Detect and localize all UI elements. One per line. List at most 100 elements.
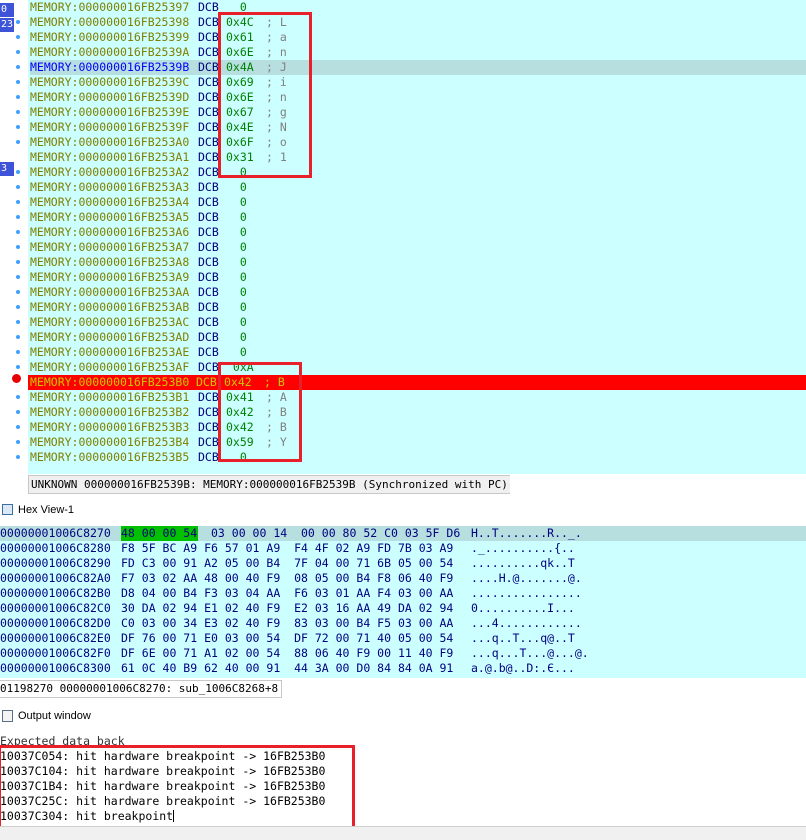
hex-ascii: ................ <box>471 586 582 600</box>
line-marker-icon <box>16 260 20 264</box>
disasm-row[interactable]: MEMORY:000000016FB253AC DCB 0 <box>30 315 806 330</box>
disasm-row[interactable]: MEMORY:000000016FB2539B DCB 0x4A; J <box>30 60 806 75</box>
hex-address: 00000001006C8300 <box>0 661 111 675</box>
disasm-row[interactable]: MEMORY:000000016FB253A4 DCB 0 <box>30 195 806 210</box>
disasm-row[interactable]: MEMORY:000000016FB253AD DCB 0 <box>30 330 806 345</box>
disasm-row[interactable]: MEMORY:000000016FB253AE DCB 0 <box>30 345 806 360</box>
hex-row[interactable]: 00000001006C82C0 30 DA 02 94 E1 02 40 F9 … <box>0 601 806 616</box>
disasm-operand: 0 <box>226 210 247 224</box>
line-marker-icon <box>16 365 20 369</box>
line-marker-icon <box>16 245 20 249</box>
line-marker-icon <box>16 170 20 174</box>
disasm-row[interactable]: MEMORY:000000016FB253A5 DCB 0 <box>30 210 806 225</box>
disasm-operand: 0 <box>226 180 247 194</box>
hex-row[interactable]: 00000001006C82D0 C0 03 00 34 E3 02 40 F9 … <box>0 616 806 631</box>
disasm-row[interactable]: MEMORY:000000016FB25397 DCB 0 <box>30 0 806 15</box>
hex-bytes: 61 0C 40 B9 62 40 00 91 44 3A 00 D0 84 8… <box>121 661 454 675</box>
disasm-operand: 0 <box>226 255 247 269</box>
hex-row[interactable]: 00000001006C8300 61 0C 40 B9 62 40 00 91 … <box>0 661 806 676</box>
hex-row[interactable]: 00000001006C8290 FD C3 00 91 A2 05 00 B4 … <box>0 556 806 571</box>
disasm-row[interactable]: MEMORY:000000016FB253A9 DCB 0 <box>30 270 806 285</box>
disasm-row[interactable]: MEMORY:000000016FB253B4 DCB 0x59; Y <box>30 435 806 450</box>
hex-view-icon <box>2 504 13 515</box>
disasm-row[interactable]: MEMORY:000000016FB253B3 DCB 0x42; B <box>30 420 806 435</box>
disasm-row[interactable]: MEMORY:000000016FB2539D DCB 0x6E; n <box>30 90 806 105</box>
disasm-mnemonic: DCB <box>198 435 219 449</box>
line-marker-icon <box>16 275 20 279</box>
disasm-row[interactable]: MEMORY:000000016FB253A0 DCB 0x6F; o <box>30 135 806 150</box>
disasm-address: MEMORY:000000016FB253A0 <box>30 135 190 149</box>
disasm-row[interactable]: MEMORY:000000016FB253A6 DCB 0 <box>30 225 806 240</box>
line-marker-icon <box>16 200 20 204</box>
disasm-address: MEMORY:000000016FB253B1 <box>30 390 190 404</box>
line-marker-icon <box>16 440 20 444</box>
disasm-row[interactable]: MEMORY:000000016FB25398 DCB 0x4C; L <box>30 15 806 30</box>
disasm-row[interactable]: MEMORY:000000016FB253A2 DCB 0 <box>30 165 806 180</box>
line-marker-icon <box>16 50 20 54</box>
hex-row[interactable]: 00000001006C82E0 DF 76 00 71 E0 03 00 54 … <box>0 631 806 646</box>
hex-bytes: DF 6E 00 71 A1 02 00 54 88 06 40 F9 00 1… <box>121 646 454 660</box>
disasm-row[interactable]: MEMORY:000000016FB253B2 DCB 0x42; B <box>30 405 806 420</box>
hex-view-title-bar[interactable]: Hex View-1 <box>0 500 806 520</box>
output-window-title-bar[interactable]: Output window <box>0 706 806 726</box>
line-marker-icon <box>16 95 20 99</box>
hex-status-bar: 01198270 00000001006C8270: sub_1006C8268… <box>0 680 283 698</box>
disasm-address: MEMORY:000000016FB2539C <box>30 75 190 89</box>
disasm-row[interactable]: MEMORY:000000016FB2539E DCB 0x67; g <box>30 105 806 120</box>
hex-row[interactable]: 00000001006C8280 F8 5F BC A9 F6 57 01 A9 … <box>0 541 806 556</box>
disasm-mnemonic: DCB <box>198 15 219 29</box>
disasm-row[interactable]: MEMORY:000000016FB2539A DCB 0x6E; n <box>30 45 806 60</box>
output-window-icon <box>2 710 13 722</box>
hex-row[interactable]: 00000001006C8270 48 00 00 54 03 00 00 14 … <box>0 526 806 541</box>
disasm-operand: 0 <box>226 240 247 254</box>
disasm-address: MEMORY:000000016FB2539A <box>30 45 190 59</box>
disasm-address: MEMORY:000000016FB253AC <box>30 315 190 329</box>
disasm-address: MEMORY:000000016FB253A4 <box>30 195 190 209</box>
disasm-mnemonic: DCB <box>198 315 219 329</box>
disasm-mnemonic: DCB <box>198 405 219 419</box>
disasm-row[interactable]: MEMORY:000000016FB2539C DCB 0x69; i <box>30 75 806 90</box>
line-marker-icon <box>16 395 20 399</box>
disassembly-gutter[interactable]: 0 23 3 <box>0 0 28 474</box>
hex-ascii: 0..........I... <box>471 601 575 615</box>
disasm-row[interactable]: MEMORY:000000016FB253AB DCB 0 <box>30 300 806 315</box>
annotation-box <box>218 362 302 462</box>
line-marker-icon <box>16 110 20 114</box>
disasm-address: MEMORY:000000016FB253B2 <box>30 405 190 419</box>
hex-ascii: a.@.b@..D:.Є... <box>471 661 575 675</box>
gutter-tag: 0 <box>0 3 14 17</box>
disasm-address: MEMORY:000000016FB25397 <box>30 0 190 14</box>
disasm-row[interactable]: MEMORY:000000016FB253A7 DCB 0 <box>30 240 806 255</box>
disasm-address: MEMORY:000000016FB2539B <box>30 60 190 74</box>
disassembly-view[interactable]: 0 23 3 MEMORY:000000016FB25397 DCB 0 MEMOR… <box>0 0 806 474</box>
disasm-mnemonic: DCB <box>198 225 219 239</box>
hex-bytes: 48 00 00 54 03 00 00 14 00 00 80 52 C0 0… <box>121 526 461 540</box>
disasm-mnemonic: DCB <box>198 105 219 119</box>
disasm-mnemonic: DCB <box>198 120 219 134</box>
disasm-row[interactable]: MEMORY:000000016FB253B0 DCB 0x42; B <box>28 375 806 390</box>
disasm-address: MEMORY:000000016FB253A5 <box>30 210 190 224</box>
disasm-address: MEMORY:000000016FB25398 <box>30 15 190 29</box>
hex-row[interactable]: 00000001006C82A0 F7 03 02 AA 48 00 40 F9 … <box>0 571 806 586</box>
disasm-address: MEMORY:000000016FB253B0 <box>30 375 190 389</box>
disasm-row[interactable]: MEMORY:000000016FB253AA DCB 0 <box>30 285 806 300</box>
hex-bytes: FD C3 00 91 A2 05 00 B4 7F 04 00 71 6B 0… <box>121 556 454 570</box>
disasm-row[interactable]: MEMORY:000000016FB253A1 DCB 0x31; 1 <box>30 150 806 165</box>
disasm-row[interactable]: MEMORY:000000016FB253B5 DCB 0 <box>30 450 806 465</box>
disasm-row[interactable]: MEMORY:000000016FB253B1 DCB 0x41; A <box>30 390 806 405</box>
hex-row[interactable]: 00000001006C82B0 D8 04 00 B4 F3 03 04 AA … <box>0 586 806 601</box>
hex-row[interactable]: 00000001006C82F0 DF 6E 00 71 A1 02 00 54 … <box>0 646 806 661</box>
disasm-address: MEMORY:000000016FB253A1 <box>30 150 190 164</box>
hex-address: 00000001006C82A0 <box>0 571 111 585</box>
disasm-row[interactable]: MEMORY:000000016FB25399 DCB 0x61; a <box>30 30 806 45</box>
disasm-mnemonic: DCB <box>198 300 219 314</box>
disasm-row[interactable]: MEMORY:000000016FB253A3 DCB 0 <box>30 180 806 195</box>
disasm-mnemonic: DCB <box>198 270 219 284</box>
hex-view[interactable]: 00000001006C8270 48 00 00 54 03 00 00 14 … <box>0 526 806 678</box>
command-input-bar[interactable] <box>0 826 806 840</box>
breakpoint-icon[interactable] <box>12 374 21 383</box>
disasm-row[interactable]: MEMORY:000000016FB253AF DCB 0xA <box>30 360 806 375</box>
disasm-row[interactable]: MEMORY:000000016FB2539F DCB 0x4E; N <box>30 120 806 135</box>
line-marker-icon <box>16 455 20 459</box>
disasm-row[interactable]: MEMORY:000000016FB253A8 DCB 0 <box>30 255 806 270</box>
